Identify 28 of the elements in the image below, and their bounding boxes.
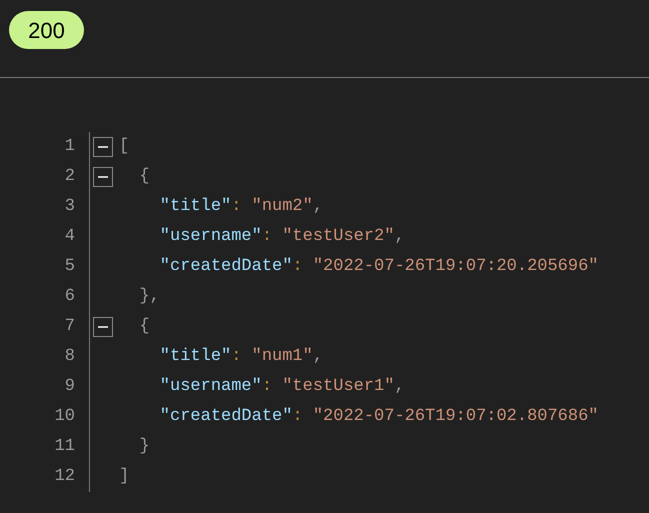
line-number: 7 — [64, 316, 76, 338]
collapse-icon[interactable] — [93, 137, 113, 157]
line-number: 10 — [54, 406, 76, 428]
line-number: 5 — [64, 256, 76, 278]
status-badge: 200 — [9, 11, 84, 49]
line-number: 9 — [64, 376, 76, 398]
code-line: ] — [119, 466, 130, 488]
collapse-icon[interactable] — [93, 317, 113, 337]
line-number: 4 — [64, 226, 76, 248]
line-number: 12 — [54, 466, 76, 488]
line-number: 1 — [64, 136, 76, 158]
line-number: 8 — [64, 346, 76, 368]
code-line: { — [138, 316, 150, 338]
line-number: 6 — [64, 286, 76, 308]
code-line: "title": "num1", — [158, 346, 324, 368]
code-line: "createdDate": "2022-07-26T19:07:20.205696" — [158, 256, 598, 278]
line-number: 3 — [64, 196, 76, 218]
collapse-icon[interactable] — [93, 167, 113, 187]
code-line: "createdDate": "2022-07-26T19:07:02.807686" — [158, 406, 598, 428]
line-number: 11 — [54, 436, 76, 458]
code-line: "username": "testUser2", — [158, 226, 405, 248]
code-line: "title": "num2", — [158, 196, 324, 218]
code-line: }, — [138, 286, 160, 308]
line-number: 2 — [64, 166, 76, 188]
code-line: } — [138, 436, 150, 458]
code-line: "username": "testUser1", — [158, 376, 405, 398]
code-line: { — [138, 166, 150, 188]
code-line: [ — [119, 136, 130, 158]
